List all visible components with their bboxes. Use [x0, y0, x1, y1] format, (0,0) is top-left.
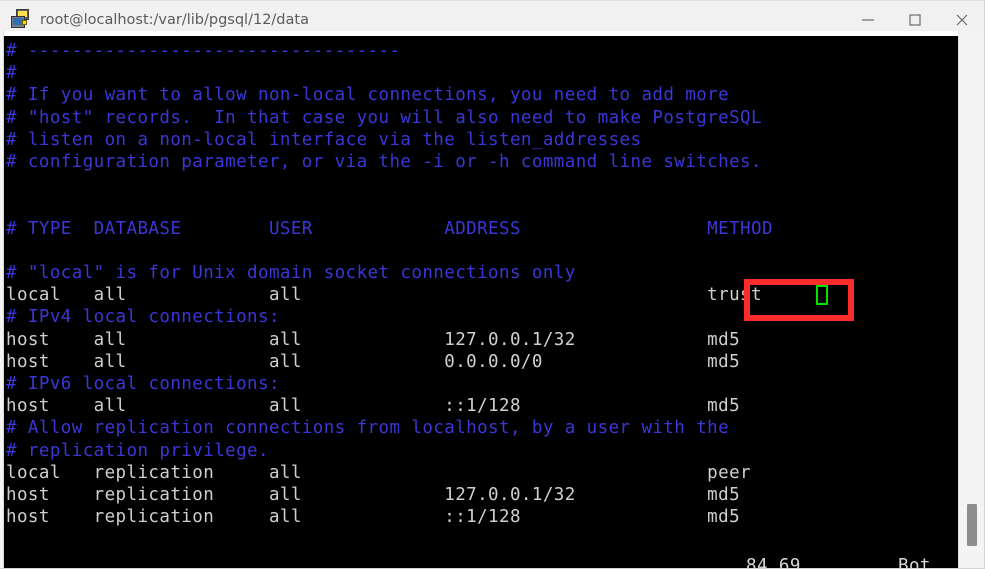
terminal-comment-line: # IPv4 local connections:	[6, 307, 280, 328]
terminal-text-buffer: # ---------------------------------- # # I…	[4, 36, 958, 569]
terminal-config-line: local replication all peer	[6, 462, 752, 483]
terminal-config-line: host replication all ::1/128 md5	[6, 507, 741, 528]
vertical-scrollbar[interactable]	[958, 31, 985, 569]
terminal-screens-icon	[10, 8, 32, 31]
terminal-config-line: host all all 0.0.0.0/0 md5	[6, 351, 741, 372]
terminal-comment-line: # Allow replication connections from loc…	[6, 418, 730, 439]
terminal-comment-line: # listen on a non-local interface via th…	[6, 129, 642, 150]
minimize-icon	[861, 19, 874, 21]
terminal-comment-line: # "local" is for Unix domain socket conn…	[6, 263, 576, 283]
terminal-window: root@localhost:/var/lib/pgsql/12/data # …	[0, 0, 985, 569]
terminal-comment-line: #	[6, 63, 17, 84]
maximize-icon	[908, 14, 921, 26]
terminal-area: # ---------------------------------- # # I…	[0, 31, 985, 569]
text-cursor	[816, 285, 828, 306]
terminal-config-line: local all all trust	[6, 285, 762, 306]
terminal-comment-line: # If you want to allow non-local connect…	[6, 85, 730, 106]
terminal-comment-line: # "host" records. In that case you will …	[6, 107, 762, 128]
terminal-config-line: host all all 127.0.0.1/32 md5	[6, 329, 741, 350]
status-scroll-state: Bot	[898, 555, 931, 569]
terminal-comment-line: # configuration parameter, or via the -i…	[6, 152, 762, 172]
terminal-comment-line: # replication privilege.	[6, 440, 269, 461]
terminal-screen[interactable]: # ---------------------------------- # # I…	[4, 36, 958, 569]
terminal-comment-line: # IPv6 local connections:	[6, 374, 280, 394]
terminal-config-line: host replication all 127.0.0.1/32 md5	[6, 485, 741, 505]
terminal-comment-line: # TYPE DATABASE USER ADDRESS METHOD	[6, 218, 773, 239]
status-cursor-position: 84,69	[746, 555, 801, 569]
terminal-config-line: host all all ::1/128 md5	[6, 396, 741, 417]
scrollbar-thumb[interactable]	[967, 504, 977, 546]
close-icon	[956, 14, 967, 26]
window-title: root@localhost:/var/lib/pgsql/12/data	[40, 11, 309, 28]
terminal-comment-line: # ----------------------------------	[6, 41, 401, 61]
